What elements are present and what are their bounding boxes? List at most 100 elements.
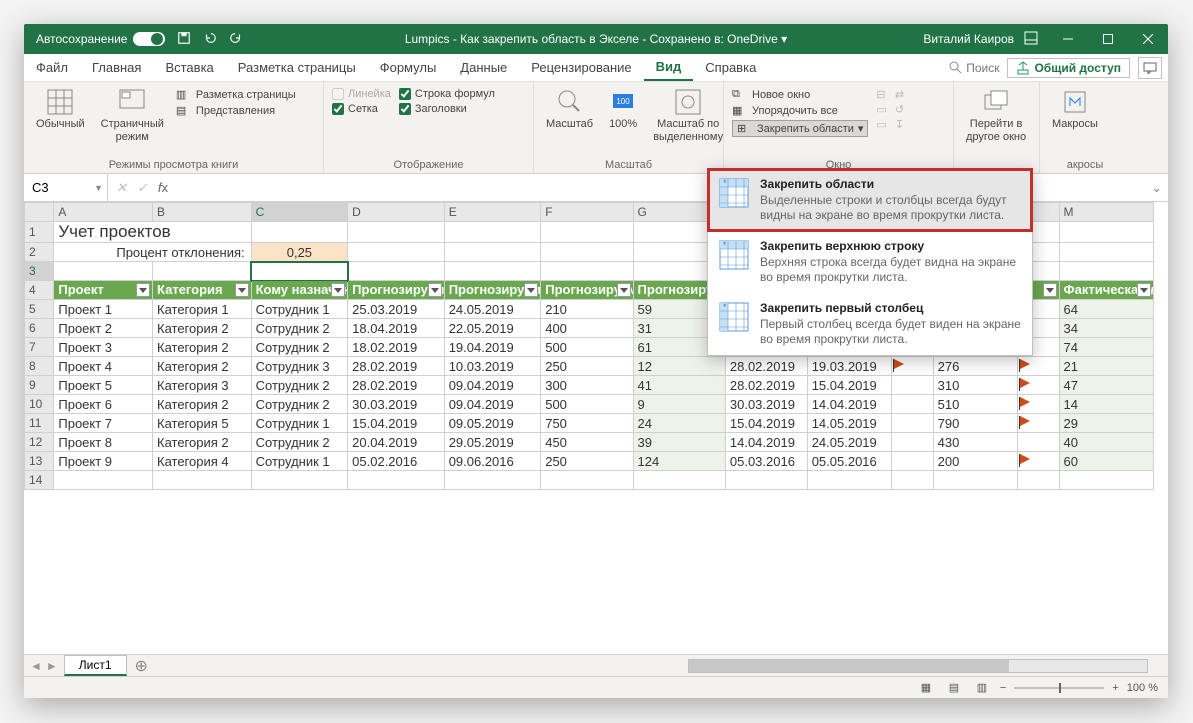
row-9[interactable]: 9 [25,376,54,395]
filter-icon[interactable] [235,283,249,297]
row-7[interactable]: 7 [25,338,54,357]
autosave-toggle[interactable] [133,32,165,46]
zoom-button[interactable]: Масштаб [542,86,597,133]
arrange-button[interactable]: ▦Упорядочить все [732,104,868,117]
save-icon[interactable] [177,31,191,48]
pos-icon[interactable]: ↧ [895,118,904,131]
freeze-panes-item[interactable]: * Закрепить областиВыделенные строки и с… [708,169,1032,231]
redo-icon[interactable] [229,31,243,48]
ribbon-options-icon[interactable] [1024,31,1038,48]
header-project[interactable]: Проект [54,281,153,300]
macros-button[interactable]: Макросы [1048,86,1102,133]
ruler-checkbox[interactable]: Линейка [332,88,391,100]
fx-icon[interactable]: fx [158,180,168,196]
table-row[interactable]: 8 Проект 4Категория 2Сотрудник 328.02.20… [25,357,1154,376]
freeze-top-row-item[interactable]: * Закрепить верхнюю строкуВерхняя строка… [708,231,1032,293]
table-row[interactable]: 13 Проект 9Категория 4Сотрудник 105.02.2… [25,452,1154,471]
split-icon[interactable]: ⊟ [876,88,886,101]
zoom-out-icon[interactable]: − [1000,682,1006,694]
page-layout-button[interactable]: ▥Разметка страницы [176,88,296,101]
table-row[interactable]: 9 Проект 5Категория 3Сотрудник 228.02.20… [25,376,1154,395]
col-m[interactable]: M [1059,203,1153,222]
row-8[interactable]: 8 [25,357,54,376]
filter-icon[interactable] [1137,283,1151,297]
tab-home[interactable]: Главная [80,54,153,81]
table-row[interactable]: 12 Проект 8Категория 2Сотрудник 220.04.2… [25,433,1154,452]
row-12[interactable]: 12 [25,433,54,452]
table-row[interactable]: 11 Проект 7Категория 5Сотрудник 115.04.2… [25,414,1154,433]
zoom-in-icon[interactable]: + [1112,682,1118,694]
share-button[interactable]: Общий доступ [1007,58,1130,78]
chevron-down-icon[interactable]: ▼ [94,183,103,193]
accept-icon[interactable]: ✓ [137,180,148,196]
tab-formulas[interactable]: Формулы [368,54,449,81]
row-10[interactable]: 10 [25,395,54,414]
header-plan-hours[interactable]: Прогнозируемые трудозатраты (в часах) [541,281,633,300]
row-6[interactable]: 6 [25,319,54,338]
header-actual-days[interactable]: Фактическая длительность (в днях) [1059,281,1153,300]
unhide-icon[interactable]: ▭ [876,118,886,131]
undo-icon[interactable] [203,31,217,48]
expand-formula-icon[interactable]: ⌄ [1145,180,1168,196]
switch-windows-button[interactable]: Перейти в другое окно [962,86,1030,146]
zoom-slider[interactable] [1014,687,1104,689]
zoom-100-button[interactable]: 100 100% [605,86,641,133]
sync-icon[interactable]: ⇄ [895,88,904,101]
page-layout-icon[interactable]: ▤ [944,680,964,696]
row-11[interactable]: 11 [25,414,54,433]
tab-help[interactable]: Справка [693,54,768,81]
row-1[interactable]: 1 [25,222,54,243]
col-c[interactable]: C [251,203,348,222]
row-14[interactable]: 14 [25,471,54,490]
tab-prev-icon[interactable]: ◄ [30,659,42,673]
horizontal-scrollbar[interactable] [688,659,1148,673]
freeze-panes-button[interactable]: ⊞Закрепить области ▾ [732,120,868,137]
header-category[interactable]: Категория [153,281,252,300]
filter-icon[interactable] [136,283,150,297]
filter-icon[interactable] [617,283,631,297]
filter-icon[interactable] [1043,283,1057,297]
cell-b2[interactable]: Процент отклонения: [54,243,251,262]
cell-c2[interactable]: 0,25 [251,243,348,262]
filter-icon[interactable] [524,283,538,297]
tab-layout[interactable]: Разметка страницы [226,54,368,81]
zoom-selection-button[interactable]: Масштаб по выделенному [649,86,727,146]
freeze-first-col-item[interactable]: * Закрепить первый столбецПервый столбец… [708,293,1032,355]
tab-review[interactable]: Рецензирование [519,54,643,81]
col-e[interactable]: E [444,203,541,222]
maximize-button[interactable] [1088,24,1128,54]
sheet-tab[interactable]: Лист1 [64,655,127,676]
hide-icon[interactable]: ▭ [876,103,886,116]
tab-next-icon[interactable]: ► [46,659,58,673]
row-5[interactable]: 5 [25,300,54,319]
row-4[interactable]: 4 [25,281,54,300]
filter-icon[interactable] [331,283,345,297]
filter-icon[interactable] [428,283,442,297]
headings-checkbox[interactable]: Заголовки [399,103,495,115]
cancel-icon[interactable]: ✕ [116,180,127,196]
tab-insert[interactable]: Вставка [153,54,225,81]
tab-file[interactable]: Файл [24,54,80,81]
table-row[interactable]: 10 Проект 6Категория 2Сотрудник 230.03.2… [25,395,1154,414]
normal-view-icon[interactable]: ▦ [916,680,936,696]
reset-icon[interactable]: ↺ [895,103,904,116]
search-box[interactable]: Поиск [949,61,999,75]
col-d[interactable]: D [348,203,445,222]
row-13[interactable]: 13 [25,452,54,471]
row-3[interactable]: 3 [25,262,54,281]
normal-view-button[interactable]: Обычный [32,86,89,133]
gridlines-checkbox[interactable]: Сетка [332,103,391,115]
new-window-button[interactable]: ⧉Новое окно [732,88,868,101]
col-f[interactable]: F [541,203,633,222]
row-2[interactable]: 2 [25,243,54,262]
name-box[interactable]: C3 ▼ [24,174,108,201]
cell-c3[interactable] [251,262,348,281]
cell-a1[interactable]: Учет проектов [54,222,251,243]
close-button[interactable] [1128,24,1168,54]
select-all-corner[interactable] [25,203,54,222]
header-plan-end[interactable]: Прогнозируемое завершение [444,281,541,300]
tab-data[interactable]: Данные [448,54,519,81]
header-plan-start[interactable]: Прогнозируемый запуск [348,281,445,300]
new-sheet-button[interactable]: ⊕ [127,656,156,676]
tab-view[interactable]: Вид [644,54,694,81]
